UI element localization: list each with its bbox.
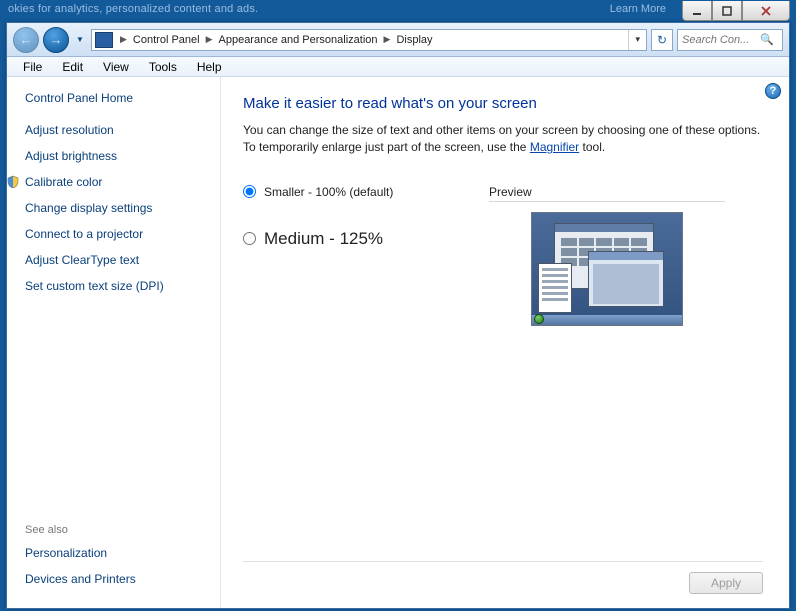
back-button[interactable]: ← — [13, 27, 39, 53]
see-also-link-devices-and-printers[interactable]: Devices and Printers — [25, 572, 210, 586]
size-radio-100[interactable] — [243, 185, 256, 198]
menu-edit[interactable]: Edit — [52, 58, 93, 76]
main-content: ? Make it easier to read what's on your … — [221, 77, 789, 608]
size-options: Smaller - 100% (default) Medium - 125% — [243, 185, 463, 326]
page-description: You can change the size of text and othe… — [243, 122, 763, 157]
window-controls — [682, 1, 790, 21]
sidebar-link-label: Adjust ClearType text — [25, 253, 139, 267]
refresh-button[interactable]: ↻ — [651, 29, 673, 51]
menu-bar: File Edit View Tools Help — [7, 57, 789, 77]
menu-view[interactable]: View — [93, 58, 139, 76]
control-panel-home-link[interactable]: Control Panel Home — [25, 91, 210, 105]
sidebar-link-set-custom-text-size-dpi-[interactable]: Set custom text size (DPI) — [25, 279, 210, 293]
size-radio-125[interactable] — [243, 232, 256, 245]
breadcrumb[interactable]: ▶ Control Panel ▶ Appearance and Persona… — [91, 29, 647, 51]
breadcrumb-segment[interactable]: Display — [394, 34, 434, 46]
sidebar-link-adjust-cleartype-text[interactable]: Adjust ClearType text — [25, 253, 210, 267]
address-bar: ← → ▼ ▶ Control Panel ▶ Appearance and P… — [7, 23, 789, 57]
menu-help[interactable]: Help — [187, 58, 232, 76]
breadcrumb-segment[interactable]: Control Panel — [131, 34, 202, 46]
size-option-100[interactable]: Smaller - 100% (default) — [243, 185, 463, 199]
sidebar-link-label: Set custom text size (DPI) — [25, 279, 164, 293]
sidebar-link-label: Adjust resolution — [25, 123, 114, 137]
chevron-right-icon[interactable]: ▶ — [202, 34, 217, 45]
menu-tools[interactable]: Tools — [139, 58, 187, 76]
size-option-label: Medium - 125% — [264, 229, 383, 249]
search-box[interactable]: 🔍 — [677, 29, 783, 51]
sidebar: Control Panel Home Adjust resolution Adju… — [7, 77, 221, 608]
minimize-button[interactable] — [682, 1, 712, 21]
see-also-link-personalization[interactable]: Personalization — [25, 546, 210, 560]
apply-button[interactable]: Apply — [689, 572, 763, 594]
sidebar-link-label: Adjust brightness — [25, 149, 117, 163]
breadcrumb-segment[interactable]: Appearance and Personalization — [217, 34, 380, 46]
sidebar-link-label: Calibrate color — [25, 175, 102, 189]
sidebar-link-connect-to-a-projector[interactable]: Connect to a projector — [25, 227, 210, 241]
menu-file[interactable]: File — [13, 58, 52, 76]
sidebar-link-calibrate-color[interactable]: Calibrate color — [25, 175, 210, 189]
control-panel-icon — [95, 32, 113, 48]
sidebar-link-adjust-brightness[interactable]: Adjust brightness — [25, 149, 210, 163]
preview-image — [531, 212, 683, 326]
chevron-right-icon[interactable]: ▶ — [116, 34, 131, 45]
sidebar-link-change-display-settings[interactable]: Change display settings — [25, 201, 210, 215]
size-option-125[interactable]: Medium - 125% — [243, 229, 463, 249]
control-panel-window: ← → ▼ ▶ Control Panel ▶ Appearance and P… — [6, 22, 790, 609]
shield-icon — [6, 175, 20, 189]
help-button[interactable]: ? — [765, 83, 781, 99]
search-icon[interactable]: 🔍 — [760, 33, 774, 46]
sidebar-link-label: Change display settings — [25, 201, 152, 215]
maximize-button[interactable] — [712, 1, 742, 21]
search-input[interactable] — [682, 34, 760, 46]
magnifier-link[interactable]: Magnifier — [530, 140, 579, 154]
breadcrumb-dropdown[interactable]: ▾ — [628, 30, 646, 50]
sidebar-link-label: Connect to a projector — [25, 227, 143, 241]
forward-button[interactable]: → — [43, 27, 69, 53]
see-also-heading: See also — [25, 524, 210, 536]
background-text: okies for analytics, personalized conten… — [8, 3, 258, 15]
page-title: Make it easier to read what's on your sc… — [243, 95, 763, 112]
size-option-label: Smaller - 100% (default) — [264, 185, 393, 199]
preview-label: Preview — [489, 185, 725, 202]
nav-history-dropdown[interactable]: ▼ — [73, 29, 87, 51]
background-text-right: Learn More — [610, 3, 666, 15]
chevron-right-icon[interactable]: ▶ — [380, 34, 395, 45]
close-button[interactable] — [742, 1, 790, 21]
sidebar-link-adjust-resolution[interactable]: Adjust resolution — [25, 123, 210, 137]
